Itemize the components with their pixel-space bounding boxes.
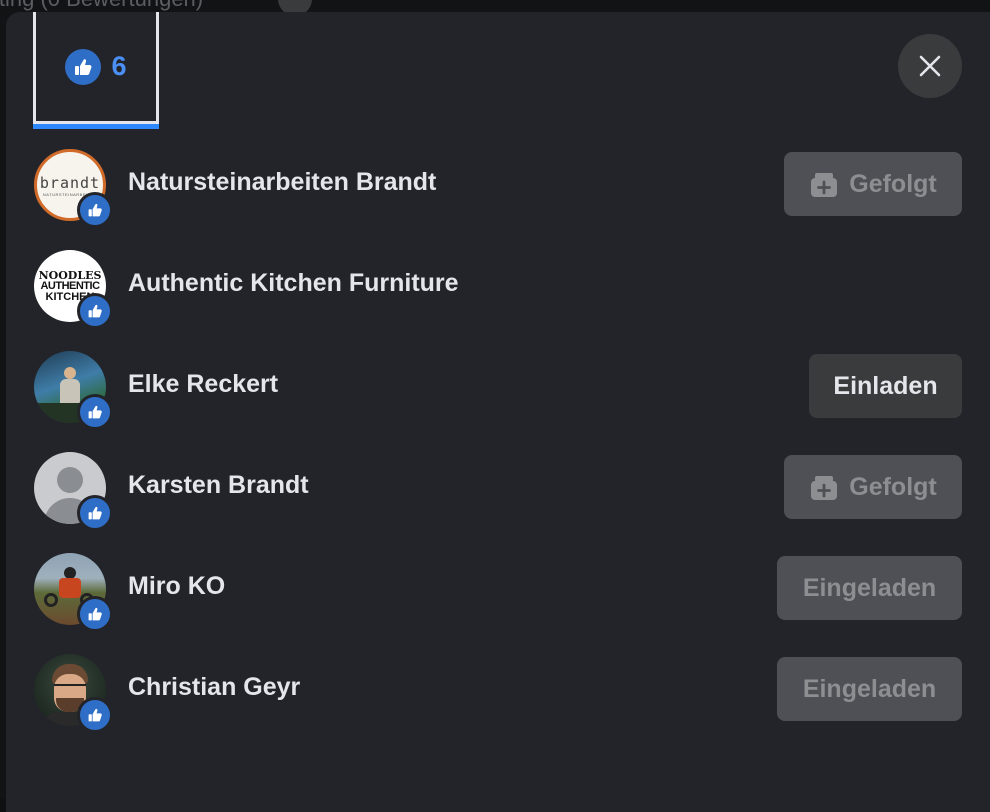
avatar[interactable]: NOODLES AUTHENTIC KITCHEN: [34, 250, 113, 329]
avatar[interactable]: [34, 553, 113, 632]
avatar[interactable]: [34, 351, 113, 430]
reactions-dialog: 6 brandt NATURSTEINARBEITEN Natursteinar…: [6, 12, 990, 812]
person-name[interactable]: Natursteinarbeiten Brandt: [128, 168, 436, 197]
avatar[interactable]: [34, 452, 113, 531]
person-name[interactable]: Miro KO: [128, 572, 225, 601]
like-badge-icon: [77, 495, 113, 531]
close-icon: [919, 55, 941, 77]
thumbs-up-icon: [65, 48, 102, 85]
invited-button[interactable]: Eingeladen: [777, 556, 962, 620]
page-follow-icon: [811, 476, 838, 500]
tab-all-likes[interactable]: 6: [33, 12, 159, 124]
list-item: Miro KO Eingeladen: [6, 544, 990, 645]
close-button[interactable]: [898, 34, 962, 98]
person-name[interactable]: Christian Geyr: [128, 673, 300, 702]
person-name[interactable]: Elke Reckert: [128, 370, 278, 399]
brandt-logo-text: brandt: [39, 173, 101, 192]
list-item: brandt NATURSTEINARBEITEN Natursteinarbe…: [6, 140, 990, 241]
list-item: Christian Geyr Eingeladen: [6, 645, 990, 746]
avatar[interactable]: [34, 654, 113, 733]
like-badge-icon: [77, 596, 113, 632]
like-badge-icon: [77, 293, 113, 329]
list-item: NOODLES AUTHENTIC KITCHEN Authentic Kitc…: [6, 241, 990, 342]
invited-button-label: Eingeladen: [802, 674, 937, 703]
person-name[interactable]: Karsten Brandt: [128, 471, 309, 500]
noodles-logo-line1: NOODLES: [38, 268, 102, 282]
following-button-label: Gefolgt: [849, 169, 937, 198]
invited-button[interactable]: Eingeladen: [777, 657, 962, 721]
reaction-count: 6: [111, 51, 127, 81]
following-button[interactable]: Gefolgt: [784, 455, 962, 519]
list-item: Elke Reckert Einladen: [6, 342, 990, 443]
following-button[interactable]: Gefolgt: [784, 152, 962, 216]
rating-text: iting (0 Bewertungen): [0, 0, 203, 12]
following-button-label: Gefolgt: [849, 472, 937, 501]
invite-button[interactable]: Einladen: [809, 354, 962, 418]
like-badge-icon: [77, 697, 113, 733]
like-badge-icon: [77, 192, 113, 228]
noodles-logo-line2: AUTHENTIC: [40, 279, 100, 292]
like-badge-icon: [77, 394, 113, 430]
invited-button-label: Eingeladen: [802, 573, 937, 602]
avatar[interactable]: brandt NATURSTEINARBEITEN: [34, 149, 113, 228]
person-name[interactable]: Authentic Kitchen Furniture: [128, 269, 459, 298]
page-follow-icon: [811, 173, 838, 197]
list-item: Karsten Brandt Gefolgt: [6, 443, 990, 544]
invite-button-label: Einladen: [833, 371, 938, 400]
